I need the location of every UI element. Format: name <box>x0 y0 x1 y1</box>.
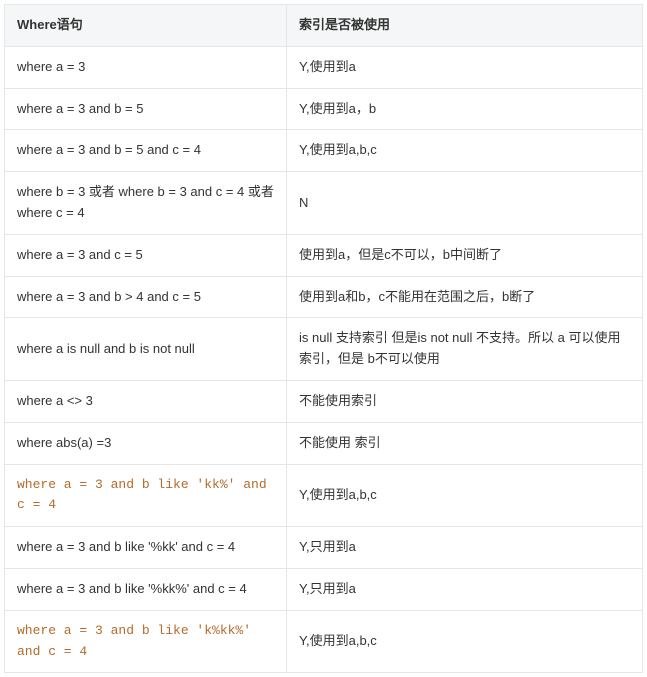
table-row: where a = 3Y,使用到a <box>5 46 643 88</box>
index-usage-cell: 使用到a，但是c不可以，b中间断了 <box>287 234 643 276</box>
index-usage-cell: Y,使用到a，b <box>287 88 643 130</box>
where-clause-cell: where b = 3 或者 where b = 3 and c = 4 或者 … <box>5 172 287 235</box>
where-clause-cell: where a = 3 and b like 'k%kk%' and c = 4 <box>5 610 287 673</box>
table-header-row: Where语句 索引是否被使用 <box>5 5 643 47</box>
header-where: Where语句 <box>5 5 287 47</box>
index-usage-cell: Y,使用到a,b,c <box>287 130 643 172</box>
index-usage-cell: 不能使用索引 <box>287 380 643 422</box>
table-row: where a = 3 and b like '%kk%' and c = 4Y… <box>5 568 643 610</box>
index-usage-cell: Y,使用到a,b,c <box>287 464 643 527</box>
index-usage-cell: Y,只用到a <box>287 527 643 569</box>
table-row: where a = 3 and b = 5 and c = 4Y,使用到a,b,… <box>5 130 643 172</box>
where-clause-cell: where a is null and b is not null <box>5 318 287 381</box>
where-clause-cell: where a = 3 and b = 5 and c = 4 <box>5 130 287 172</box>
where-clause-cell: where a = 3 <box>5 46 287 88</box>
table-row: where a = 3 and b like 'k%kk%' and c = 4… <box>5 610 643 673</box>
where-clause-cell: where a = 3 and b = 5 <box>5 88 287 130</box>
table-row: where a <> 3不能使用索引 <box>5 380 643 422</box>
table-row: where a is null and b is not nullis null… <box>5 318 643 381</box>
table-row: where b = 3 或者 where b = 3 and c = 4 或者 … <box>5 172 643 235</box>
table-row: where a = 3 and c = 5使用到a，但是c不可以，b中间断了 <box>5 234 643 276</box>
index-usage-cell: 不能使用 索引 <box>287 422 643 464</box>
index-usage-cell: Y,只用到a <box>287 568 643 610</box>
where-clause-cell: where a = 3 and b > 4 and c = 5 <box>5 276 287 318</box>
table-row: where a = 3 and b like 'kk%' and c = 4Y,… <box>5 464 643 527</box>
table-row: where a = 3 and b like '%kk' and c = 4Y,… <box>5 527 643 569</box>
where-clause-cell: where a = 3 and c = 5 <box>5 234 287 276</box>
index-usage-cell: 使用到a和b，c不能用在范围之后，b断了 <box>287 276 643 318</box>
where-clause-cell: where a = 3 and b like 'kk%' and c = 4 <box>5 464 287 527</box>
table-row: where a = 3 and b > 4 and c = 5使用到a和b，c不… <box>5 276 643 318</box>
where-clause-cell: where a <> 3 <box>5 380 287 422</box>
index-usage-table: Where语句 索引是否被使用 where a = 3Y,使用到awhere a… <box>4 4 643 673</box>
table-row: where abs(a) =3不能使用 索引 <box>5 422 643 464</box>
index-usage-cell: is null 支持索引 但是is not null 不支持。所以 a 可以使用… <box>287 318 643 381</box>
index-usage-cell: N <box>287 172 643 235</box>
header-index: 索引是否被使用 <box>287 5 643 47</box>
where-clause-cell: where a = 3 and b like '%kk' and c = 4 <box>5 527 287 569</box>
where-clause-cell: where a = 3 and b like '%kk%' and c = 4 <box>5 568 287 610</box>
index-usage-cell: Y,使用到a <box>287 46 643 88</box>
where-clause-cell: where abs(a) =3 <box>5 422 287 464</box>
index-usage-cell: Y,使用到a,b,c <box>287 610 643 673</box>
table-row: where a = 3 and b = 5Y,使用到a，b <box>5 88 643 130</box>
